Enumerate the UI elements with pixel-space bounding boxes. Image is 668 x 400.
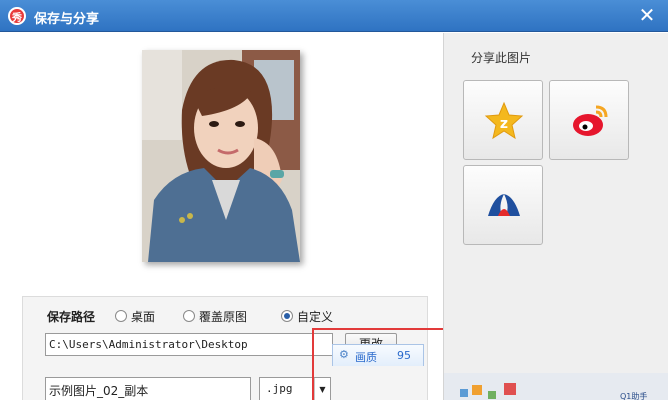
weibo-icon bbox=[573, 105, 608, 136]
radio-label: 自定义 bbox=[297, 309, 334, 324]
save-path-label: 保存路径 bbox=[47, 310, 96, 324]
renren-icon bbox=[488, 194, 520, 216]
close-button[interactable]: ✕ bbox=[636, 4, 658, 26]
radio-dot[interactable] bbox=[183, 310, 195, 322]
share-title: 分享此图片 bbox=[471, 51, 532, 65]
radio-custom[interactable]: 自定义 bbox=[281, 309, 334, 324]
portrait-photo-icon bbox=[142, 50, 300, 262]
radio-label: 覆盖原图 bbox=[199, 309, 248, 324]
quality-label: 画质 bbox=[355, 351, 377, 364]
app-logo-icon: 秀 bbox=[8, 7, 26, 25]
radio-dot-selected[interactable] bbox=[281, 310, 293, 322]
save-path-field[interactable]: C:\Users\Administrator\Desktop bbox=[45, 333, 333, 356]
quality-button[interactable]: ⚙ 画质 95 bbox=[332, 344, 424, 366]
gear-icon: ⚙ bbox=[339, 348, 349, 361]
share-qzone-button[interactable]: z bbox=[463, 80, 543, 160]
radio-label: 桌面 bbox=[131, 309, 156, 324]
qzone-icon: z bbox=[484, 101, 524, 140]
ad-text: Q1助手 bbox=[620, 392, 648, 400]
photo-preview bbox=[142, 50, 300, 262]
ad-banner[interactable]: Q1助手 bbox=[444, 373, 668, 400]
radio-overwrite-original[interactable]: 覆盖原图 bbox=[183, 309, 248, 324]
ad-graphic-icon bbox=[460, 383, 516, 399]
quality-setting-highlight: ⚙ 画质 95 bbox=[312, 328, 450, 400]
share-weibo-button[interactable] bbox=[549, 80, 629, 160]
filename-field[interactable]: 示例图片_02_副本 bbox=[45, 377, 251, 400]
svg-text:z: z bbox=[500, 116, 508, 132]
share-renren-button[interactable] bbox=[463, 165, 543, 245]
title-bar: 秀 保存与分享 ✕ bbox=[0, 0, 668, 32]
share-sidebar: 分享此图片 z Q1助手 bbox=[443, 33, 668, 400]
radio-dot[interactable] bbox=[115, 310, 127, 322]
quality-value: 95 bbox=[397, 349, 411, 362]
radio-desktop[interactable]: 桌面 bbox=[115, 309, 156, 324]
window-title: 保存与分享 bbox=[34, 12, 100, 27]
extension-value: .jpg bbox=[266, 382, 293, 395]
